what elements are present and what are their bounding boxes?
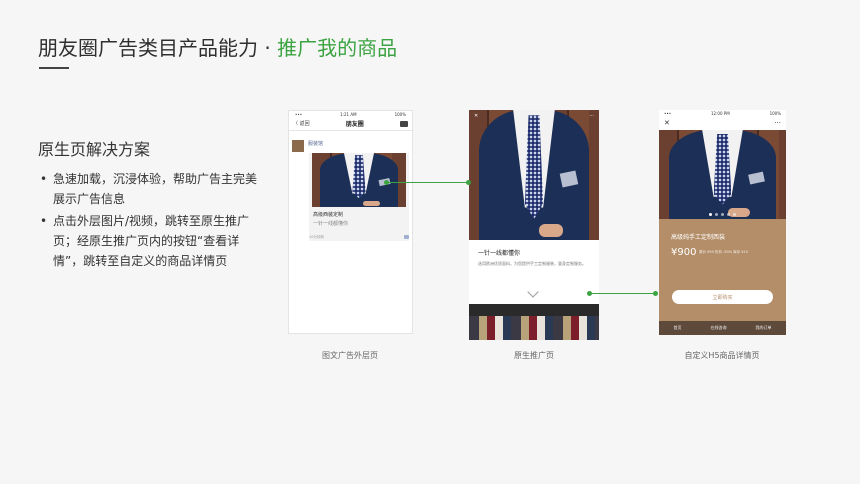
- connector-dot: [384, 180, 389, 185]
- card-desc: 一针一线都懂你: [313, 221, 349, 227]
- caption-h5-detail: 自定义H5商品详情页: [684, 351, 760, 360]
- top-bar: ✕ ···: [659, 116, 786, 130]
- landing-body: 选用欧洲优质面料，为您提供手工定制服装，量身定制服务。: [478, 261, 586, 266]
- connector-dot: [653, 291, 658, 296]
- tab-consult[interactable]: 在线咨询: [711, 325, 727, 331]
- bottom-tab-bar: 首页 在线咨询 我的订单: [659, 321, 786, 335]
- post-time: 10分钟前: [309, 235, 324, 239]
- ad-card[interactable]: 高级西装定制 一针一线都懂你: [309, 153, 409, 241]
- store-image: [469, 304, 599, 340]
- account-name[interactable]: 服装馆: [308, 140, 323, 147]
- more-icon[interactable]: ···: [589, 113, 594, 119]
- connector-dot: [587, 291, 592, 296]
- tab-home[interactable]: 首页: [674, 325, 682, 331]
- product-title: 高级纯手工定制西装: [671, 234, 726, 241]
- card-title: 高级西装定制: [313, 212, 344, 218]
- caption-native-page: 原生推广页: [514, 351, 554, 360]
- moments-ad-phone: ••• 1:21 AM 100% 〈 返回 朋友圈 服装馆 高级西装定制 一针一…: [288, 110, 413, 334]
- product-price: ¥900: [671, 247, 697, 258]
- native-landing-phone: ✕ ··· 一针一线都懂你 选用欧洲优质面料，为您提供手工定制服装，量身定制服务…: [469, 110, 599, 340]
- suit-image[interactable]: [312, 153, 406, 207]
- caption-moments-ad: 图文广告外层页: [322, 351, 378, 360]
- title-underline: [39, 67, 69, 69]
- comment-icon[interactable]: [404, 235, 409, 239]
- status-time: 12:00 PM: [710, 110, 730, 116]
- status-signal-icon: •••: [664, 110, 672, 116]
- buy-now-button[interactable]: 立即购买: [672, 290, 773, 304]
- close-icon[interactable]: ✕: [664, 119, 670, 127]
- avatar[interactable]: [292, 140, 304, 152]
- bullet-item: 急速加载，沉浸体验，帮助广告主完美展示广告信息: [40, 169, 265, 209]
- page-title: 朋友圈广告类目产品能力 · 推广我的商品: [38, 32, 397, 61]
- landing-heading: 一针一线都懂你: [478, 250, 521, 257]
- page-title-main: 朋友圈广告类目产品能力 ·: [38, 36, 278, 60]
- status-signal-icon: •••: [295, 111, 303, 117]
- top-bar: ✕ ···: [474, 113, 594, 119]
- bullet-list: 急速加载，沉浸体验，帮助广告主完美展示广告信息 点击外层图片/视频，跳转至原生推…: [40, 169, 265, 273]
- camera-icon[interactable]: [399, 120, 408, 127]
- connector-line: [386, 182, 468, 183]
- connector-line: [589, 293, 657, 294]
- nav-title: 朋友圈: [345, 121, 364, 128]
- bullet-item: 点击外层图片/视频，跳转至原生推广页；经原生推广页内的按钮“查看详情”，跳转至自…: [40, 211, 265, 271]
- connector-dot: [466, 180, 471, 185]
- product-detail-phone: ••• 12:00 PM 100% ✕ ··· 高级纯手工定制西装 ¥900 原…: [659, 110, 786, 335]
- page-title-accent: 推广我的商品: [277, 36, 398, 60]
- suit-image[interactable]: [659, 130, 786, 219]
- nav-bar: 〈 返回 朋友圈: [289, 117, 412, 131]
- carousel-dots[interactable]: [709, 213, 736, 216]
- suit-image[interactable]: [469, 110, 599, 240]
- product-meta: 原价 ¥99 折扣 -90% 库存 ¥15: [699, 250, 748, 254]
- more-icon[interactable]: ···: [774, 119, 781, 127]
- close-icon[interactable]: ✕: [474, 113, 478, 119]
- chevron-down-icon[interactable]: [527, 286, 539, 298]
- status-battery: 100%: [769, 110, 781, 116]
- tab-orders[interactable]: 我的订单: [756, 325, 772, 331]
- section-subtitle: 原生页解决方案: [38, 140, 151, 159]
- back-button[interactable]: 〈 返回: [293, 120, 310, 127]
- status-time: 1:21 AM: [340, 111, 357, 117]
- status-battery: 100%: [394, 111, 406, 117]
